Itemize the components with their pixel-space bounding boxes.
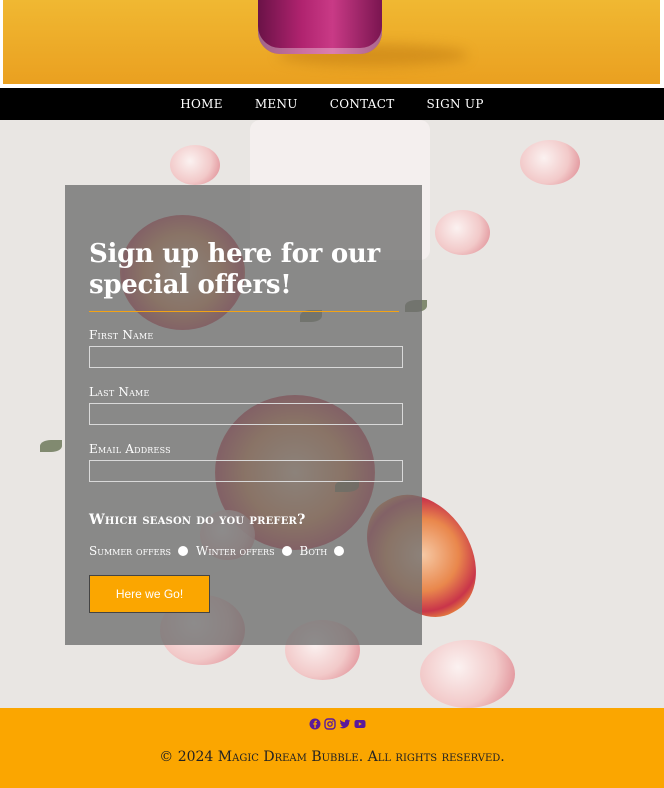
option-summer-label: Summer offers [89, 544, 172, 558]
radio-both[interactable] [334, 546, 345, 556]
herb-leaf [40, 440, 62, 452]
first-name-label: First Name [89, 328, 154, 342]
first-name-field[interactable] [89, 346, 403, 368]
copyright-text: © 2024 Magic Dream Bubble. All rights re… [159, 749, 505, 765]
petal [520, 140, 580, 185]
footer: © 2024 Magic Dream Bubble. All rights re… [0, 708, 664, 788]
rose [420, 640, 515, 708]
nav-contact[interactable]: CONTACT [330, 97, 395, 111]
option-both: Both [300, 544, 345, 558]
hero-image [3, 0, 660, 84]
email-field[interactable] [89, 460, 403, 482]
title-divider [89, 311, 399, 312]
youtube-icon[interactable] [354, 715, 366, 728]
option-winter: Winter offers [196, 544, 292, 558]
nav-home[interactable]: HOME [180, 97, 223, 111]
main-nav: HOME MENU CONTACT SIGN UP [0, 88, 664, 120]
option-summer: Summer offers [89, 544, 189, 558]
last-name-label: Last Name [89, 385, 150, 399]
facebook-icon[interactable] [309, 715, 321, 730]
option-winter-label: Winter offers [196, 544, 275, 558]
last-name-field[interactable] [89, 403, 403, 425]
twitter-icon[interactable] [339, 715, 351, 729]
social-icons [309, 715, 366, 730]
petal [435, 210, 490, 255]
nav-menu[interactable]: MENU [255, 97, 298, 111]
radio-summer[interactable] [178, 546, 189, 556]
signup-form: Sign up here for our special offers! Fir… [65, 185, 422, 645]
form-title: Sign up here for our special offers! [89, 239, 380, 300]
petal [170, 145, 220, 185]
radio-winter[interactable] [281, 546, 292, 556]
nav-sign-up[interactable]: SIGN UP [427, 97, 484, 111]
email-label: Email Address [89, 442, 171, 456]
instagram-icon[interactable] [324, 715, 336, 730]
season-question: Which season do you prefer? [89, 512, 306, 528]
smoothie-glass [258, 0, 382, 54]
option-both-label: Both [299, 544, 328, 558]
submit-button[interactable]: Here we Go! [89, 575, 210, 613]
season-options: Summer offers Winter offers Both [89, 544, 403, 558]
